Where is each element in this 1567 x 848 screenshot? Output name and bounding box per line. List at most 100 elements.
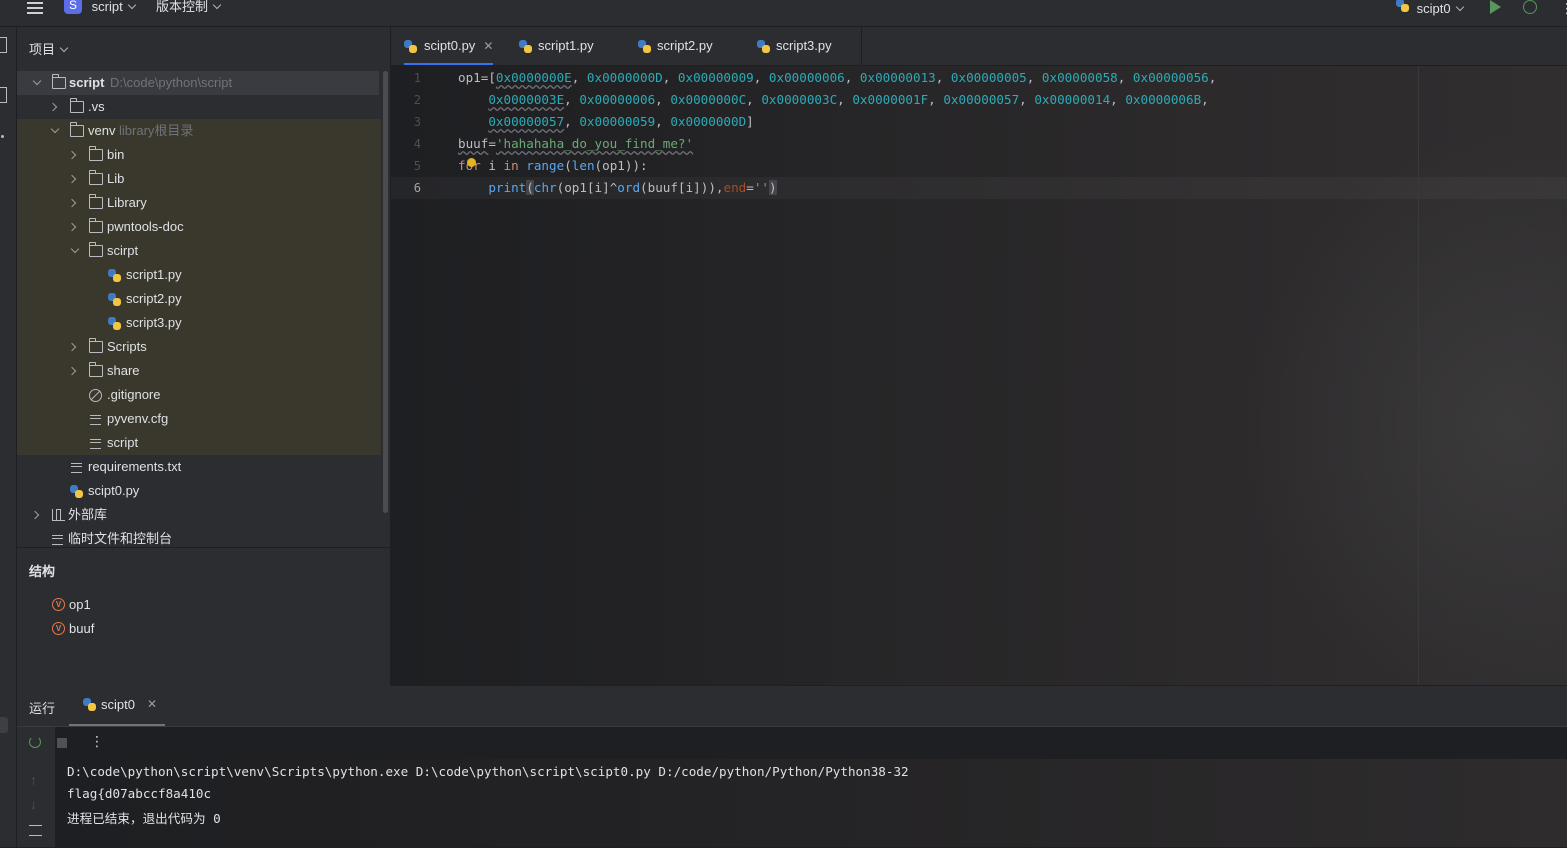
commit-tool-icon[interactable] xyxy=(0,87,7,103)
tab-script1-py[interactable]: script1.py xyxy=(519,27,594,65)
folder-icon xyxy=(70,122,84,137)
tree-item-label: share xyxy=(107,363,140,378)
tab-label: script1.py xyxy=(538,38,594,53)
scrollbar[interactable] xyxy=(383,71,388,513)
line-number: 3 xyxy=(413,115,421,129)
run-toolbar: ↑ ↓ xyxy=(17,727,67,847)
right-margin-guide xyxy=(1418,66,1419,685)
code-line-2: 0x0000003E, 0x00000006, 0x0000000C, 0x00… xyxy=(488,92,1209,107)
editor-tab-bar: scipt0.py ✕ script1.py script2.py script3… xyxy=(391,27,1567,66)
more-options-icon[interactable]: ⋮ xyxy=(90,733,104,750)
run-tab-scipt0[interactable]: scipt0 ✕ xyxy=(69,686,165,726)
tab-label: scipt0.py xyxy=(424,38,476,53)
tab-script2-py[interactable]: script2.py xyxy=(638,27,713,65)
code-line-1: op1=[0x0000000E, 0x0000000D, 0x00000009,… xyxy=(458,70,1217,85)
python-file-icon xyxy=(108,293,121,306)
line-number: 4 xyxy=(413,137,421,151)
text-file-icon xyxy=(90,439,101,449)
soft-wrap-icon[interactable] xyxy=(29,825,42,836)
vcs-menu[interactable]: 版本控制 xyxy=(156,0,222,22)
project-badge-icon: S xyxy=(64,0,82,14)
project-switcher[interactable]: S script xyxy=(64,0,136,22)
console-line: 进程已结束，退出代码为 0 xyxy=(67,811,221,826)
folder-icon xyxy=(89,218,103,233)
project-name: script xyxy=(91,0,123,14)
code-line-3: 0x00000057, 0x00000059, 0x0000000D] xyxy=(488,114,754,129)
tree-item-label: scipt0.py xyxy=(88,483,140,498)
stop-icon[interactable] xyxy=(57,738,67,748)
console-line: D:\code\python\script\venv\Scripts\pytho… xyxy=(67,764,909,779)
console-line: flag{d07abccf8a410c xyxy=(67,786,212,801)
tree-item-label: .gitignore xyxy=(107,387,161,402)
python-file-icon xyxy=(108,269,121,282)
tree-item-label: 外部库 xyxy=(68,507,108,522)
code-editor[interactable]: 1 2 3 4 5 6 op1=[0x0000000E, 0x0000000D,… xyxy=(391,66,1567,685)
tab-script3-py[interactable]: script3.py xyxy=(757,27,832,65)
folder-icon xyxy=(89,170,103,185)
tree-item-label: bin xyxy=(107,147,125,162)
project-tool-icon[interactable] xyxy=(0,37,7,53)
line-number: 2 xyxy=(413,93,421,107)
chevron-down-icon xyxy=(212,0,222,10)
tab-label: script3.py xyxy=(776,38,832,53)
tree-root-script[interactable]: script D:\code\python\script xyxy=(17,71,379,95)
python-file-icon xyxy=(404,40,417,53)
up-arrow-icon[interactable]: ↑ xyxy=(30,772,37,788)
folder-icon xyxy=(89,338,103,353)
tree-root-label: script xyxy=(69,75,105,90)
close-icon[interactable]: ✕ xyxy=(147,697,157,711)
python-icon xyxy=(83,698,96,711)
tree-item-label: Lib xyxy=(107,171,125,186)
debug-icon[interactable] xyxy=(1523,0,1537,14)
structure-item-label: op1 xyxy=(69,597,91,612)
rerun-icon[interactable] xyxy=(29,736,41,748)
run-tool-icon[interactable] xyxy=(0,717,8,733)
tree-item-label: script1.py xyxy=(126,267,182,282)
more-icon[interactable]: ⋮ xyxy=(1560,0,1567,17)
run-panel-title: 运行 xyxy=(29,701,56,716)
main-menu-icon[interactable] xyxy=(27,2,43,14)
library-icon xyxy=(52,509,65,521)
vcs-label: 版本控制 xyxy=(156,0,209,14)
code-line-6: print(chr(op1[i]^ord(buuf[i])),end='') xyxy=(488,180,777,195)
chevron-down-icon xyxy=(1455,2,1464,12)
python-file-icon xyxy=(757,40,770,53)
variable-icon: V xyxy=(52,622,65,635)
close-icon[interactable]: ✕ xyxy=(483,39,493,53)
tree-item-label: pwntools-doc xyxy=(107,219,184,234)
line-number: 5 xyxy=(413,159,421,173)
down-arrow-icon[interactable]: ↓ xyxy=(30,796,37,812)
chevron-right-icon xyxy=(30,510,40,520)
lightbulb-icon[interactable] xyxy=(467,158,476,167)
line-number: 6 xyxy=(413,181,421,195)
folder-icon xyxy=(70,98,84,113)
tree-item-label: script2.py xyxy=(126,291,182,306)
run-icon[interactable] xyxy=(1490,0,1501,14)
tree-item-label: venv xyxy=(88,123,116,138)
title-bar: S script 版本控制 scipt0 ⋮ xyxy=(0,0,1567,27)
variable-icon: V xyxy=(52,598,65,611)
scratches-icon xyxy=(52,535,63,545)
python-file-icon xyxy=(519,40,532,53)
tree-root-path: D:\code\python\script xyxy=(110,75,233,90)
tree-item-label: script xyxy=(107,435,139,450)
tree-item-label: Scripts xyxy=(107,339,147,354)
tab-scipt0-py[interactable]: scipt0.py ✕ xyxy=(404,27,494,65)
chevron-down-icon xyxy=(59,43,69,53)
tab-divider xyxy=(861,27,862,65)
run-config-selector[interactable]: scipt0 xyxy=(1396,0,1464,22)
tool-window-strip xyxy=(0,27,17,847)
project-panel-header[interactable]: 项目 xyxy=(29,39,69,58)
structure-item-label: buuf xyxy=(69,621,95,636)
text-file-icon xyxy=(90,415,101,425)
tree-item-hint: library根目录 xyxy=(119,123,194,138)
ignore-file-icon xyxy=(89,389,102,402)
folder-icon xyxy=(89,146,103,161)
code-line-4: buuf='hahahaha_do_you_find_me?' xyxy=(458,136,694,151)
tree-item-label: requirements.txt xyxy=(88,459,182,474)
chevron-right-icon xyxy=(48,102,58,112)
excluded-highlight xyxy=(17,119,381,455)
structure-panel: 结构 V op1 V buuf xyxy=(17,547,390,686)
line-number: 1 xyxy=(413,71,421,85)
text-file-icon xyxy=(71,463,82,473)
